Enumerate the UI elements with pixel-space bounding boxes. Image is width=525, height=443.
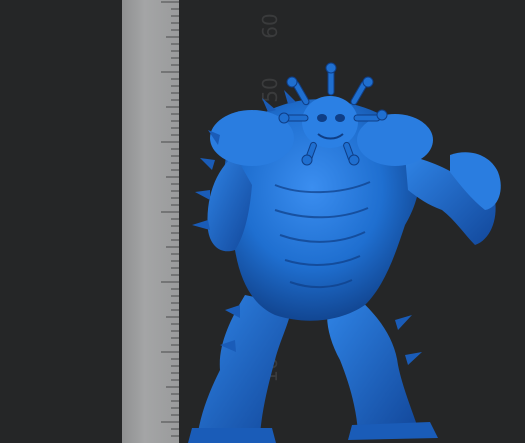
measurement-ruler: 60 50 40 30 20 10: [122, 0, 282, 443]
right-shoulder: [357, 114, 433, 166]
ruler-label-60: 60: [258, 13, 282, 39]
ruler-ticks: [161, 1, 179, 437]
head: [302, 96, 358, 148]
viewport: 60 50 40 30 20 10: [0, 0, 525, 443]
right-leg: [327, 300, 438, 440]
stone-golem-figurine-icon: [188, 62, 501, 443]
